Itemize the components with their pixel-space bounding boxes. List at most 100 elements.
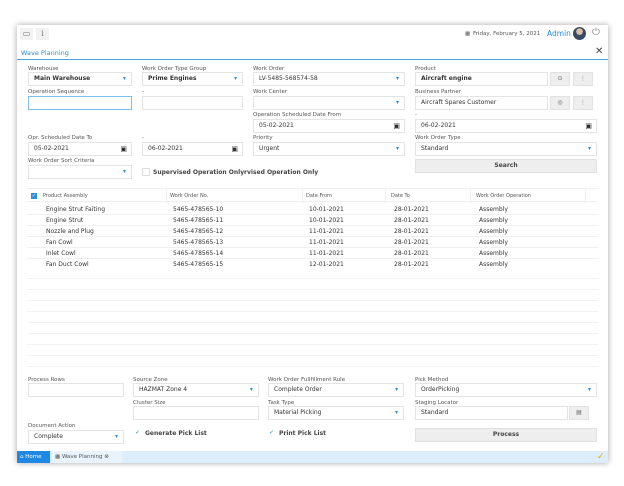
print-pick-list-checkbox[interactable]: ✓ bbox=[269, 429, 274, 436]
table-row[interactable]: Nozzle and Plug 5465-478565-12 11-01-2021 2… bbox=[27, 226, 598, 237]
work-center-label: Work Center bbox=[253, 89, 288, 95]
home-tab[interactable]: ⌂ Home bbox=[17, 451, 50, 463]
table-cell: 5465-478565-10 bbox=[173, 206, 224, 213]
pick-method-select[interactable]: OrderPicking bbox=[415, 383, 597, 397]
supervised-checkbox[interactable] bbox=[142, 168, 150, 176]
table-cell: 10-01-2021 bbox=[309, 217, 344, 224]
wave-planning-tab[interactable]: ▦ Wave Planning ⊗ bbox=[52, 451, 122, 463]
op-sched-from-date[interactable]: 05-02-2021 ▣ bbox=[253, 119, 405, 133]
warehouse-select[interactable]: Main Warehouse bbox=[28, 72, 132, 86]
table-cell: Assembly bbox=[479, 217, 508, 224]
calendar-icon[interactable]: ▣ bbox=[393, 120, 400, 132]
date-value: 06-02-2021 bbox=[148, 145, 183, 152]
info-icon[interactable]: i bbox=[36, 28, 49, 40]
col-wo-operation[interactable]: Work Order Operation bbox=[476, 189, 586, 203]
folder-icon[interactable]: ▭ bbox=[20, 28, 33, 40]
page-title: Wave Planning bbox=[21, 49, 69, 57]
opr-sched-to-label: Opr. Scheduled Date To bbox=[28, 135, 93, 141]
current-date: Friday, February 5, 2021 bbox=[473, 31, 541, 37]
task-type-select[interactable]: Material Picking bbox=[268, 406, 404, 420]
table-row[interactable]: Engine Strut 5465-478565-11 10-01-2021 28-0… bbox=[27, 215, 598, 226]
close-icon[interactable]: ✕ bbox=[595, 46, 603, 57]
col-date-from[interactable]: Date From bbox=[306, 189, 386, 203]
date-value: 05-02-2021 bbox=[259, 122, 294, 129]
col-date-to[interactable]: Date To bbox=[391, 189, 471, 203]
generate-pick-list-label: Generate Pick List bbox=[145, 430, 207, 437]
supervised-label: Supervised Operation Only bbox=[153, 169, 245, 176]
table-cell: 5465-478565-13 bbox=[173, 239, 224, 246]
table-cell: 5465-478565-12 bbox=[173, 228, 224, 235]
opr-sched-to-to-date[interactable]: 06-02-2021 ▣ bbox=[142, 142, 243, 156]
table-cell: Engine Strut Faiting bbox=[46, 206, 106, 213]
empty-rows bbox=[27, 268, 598, 368]
wo-type-group-select[interactable]: Prime Engines bbox=[142, 72, 243, 86]
generate-pick-list-checkbox[interactable]: ✓ bbox=[135, 429, 140, 436]
table-row[interactable]: Fan Cowl 5465-478565-13 11-01-2021 28-01-20… bbox=[27, 237, 598, 248]
date-value: 06-02-2021 bbox=[421, 122, 456, 129]
calendar-icon[interactable]: ▣ bbox=[585, 120, 592, 132]
staging-locator-field[interactable]: Standard bbox=[415, 406, 568, 420]
sort-criteria-select[interactable] bbox=[28, 165, 132, 179]
process-rows-input[interactable] bbox=[28, 383, 124, 397]
taskbar: ⌂ Home ▦ Wave Planning ⊗ ✓ bbox=[17, 451, 608, 463]
table-cell: 5465-478565-11 bbox=[173, 217, 224, 224]
select-all-checkbox[interactable]: ✓ bbox=[31, 193, 37, 199]
product-lookup-icon[interactable]: ⊙ bbox=[550, 72, 570, 86]
business-partner-label: Business Partner bbox=[415, 89, 461, 95]
source-zone-select[interactable]: HAZMAT Zone 4 bbox=[133, 383, 259, 397]
home-icon: ⌂ bbox=[20, 454, 24, 460]
calendar-icon[interactable]: ▣ bbox=[120, 143, 127, 155]
close-tab-icon[interactable]: ⊗ bbox=[104, 454, 109, 460]
product-field[interactable]: Aircraft engine bbox=[415, 72, 548, 86]
table-cell: 28-01-2021 bbox=[394, 250, 429, 257]
check-icon: ✓ bbox=[597, 452, 605, 462]
avatar[interactable] bbox=[573, 27, 586, 40]
table-cell: 28-01-2021 bbox=[394, 228, 429, 235]
opr-sched-to-date[interactable]: 05-02-2021 ▣ bbox=[28, 142, 132, 156]
wo-type-select[interactable]: Standard bbox=[415, 142, 597, 156]
work-order-select[interactable]: LV-5485-568574-58 bbox=[253, 72, 405, 86]
col-product-assembly[interactable]: Product Assembly bbox=[43, 189, 167, 203]
tab-title-bar: Wave Planning ✕ bbox=[17, 45, 608, 60]
table-cell: Assembly bbox=[479, 206, 508, 213]
fulfillment-rule-select[interactable]: Complete Order bbox=[268, 383, 404, 397]
top-bar: ▭ i ▦ Friday, February 5, 2021 Admin ⏻ bbox=[17, 25, 608, 43]
process-button[interactable]: Process bbox=[415, 428, 597, 442]
table-cell: 28-01-2021 bbox=[394, 239, 429, 246]
priority-select[interactable]: Urgent bbox=[253, 142, 405, 156]
window-icon: ▦ bbox=[55, 454, 61, 460]
table-cell: 11-01-2021 bbox=[309, 250, 344, 257]
table-cell: 28-01-2021 bbox=[394, 206, 429, 213]
op-sequence-to-input[interactable] bbox=[142, 96, 243, 110]
document-action-select[interactable]: Complete bbox=[28, 430, 124, 444]
calendar-icon[interactable]: ▣ bbox=[231, 143, 238, 155]
product-more-icon[interactable]: ⋮ bbox=[573, 72, 593, 86]
partner-lookup-icon[interactable]: ◎ bbox=[550, 96, 570, 110]
op-sequence-to-label: - bbox=[142, 89, 144, 95]
business-partner-field[interactable]: Aircraft Spares Customer bbox=[415, 96, 548, 110]
cluster-size-input[interactable] bbox=[133, 406, 259, 420]
priority-label: Priority bbox=[253, 135, 273, 141]
document-action-label: Document Action bbox=[28, 423, 76, 429]
op-sched-from-to-date[interactable]: 06-02-2021 ▣ bbox=[415, 119, 597, 133]
op-sched-from-to-label: - bbox=[415, 112, 417, 118]
table-row[interactable]: Inlet Cowl 5465-478565-14 11-01-2021 28-01-… bbox=[27, 248, 598, 259]
table-header: ✓ Product Assembly Work Order No. Date F… bbox=[27, 188, 598, 203]
table-cell: 28-01-2021 bbox=[394, 217, 429, 224]
table-cell: Assembly bbox=[479, 228, 508, 235]
sort-criteria-label: Work Order Sort Criteria bbox=[28, 158, 95, 164]
app-window: ▭ i ▦ Friday, February 5, 2021 Admin ⏻ W… bbox=[17, 25, 608, 463]
search-button[interactable]: Search bbox=[415, 159, 597, 173]
table-cell: 5465-478565-14 bbox=[173, 250, 224, 257]
calendar-icon: ▦ bbox=[465, 31, 471, 37]
col-work-order-no[interactable]: Work Order No. bbox=[170, 189, 303, 203]
power-icon[interactable]: ⏻ bbox=[592, 27, 600, 38]
partner-more-icon[interactable]: ⋮ bbox=[573, 96, 593, 110]
table-cell: 10-01-2021 bbox=[309, 206, 344, 213]
table-row[interactable]: Engine Strut Faiting 5465-478565-10 10-01-… bbox=[27, 204, 598, 215]
op-sequence-input[interactable] bbox=[28, 96, 132, 110]
work-center-select[interactable] bbox=[253, 96, 405, 110]
locator-icon[interactable]: ▤ bbox=[569, 406, 589, 420]
user-name[interactable]: Admin bbox=[547, 29, 571, 38]
date-value: 05-02-2021 bbox=[34, 145, 69, 152]
